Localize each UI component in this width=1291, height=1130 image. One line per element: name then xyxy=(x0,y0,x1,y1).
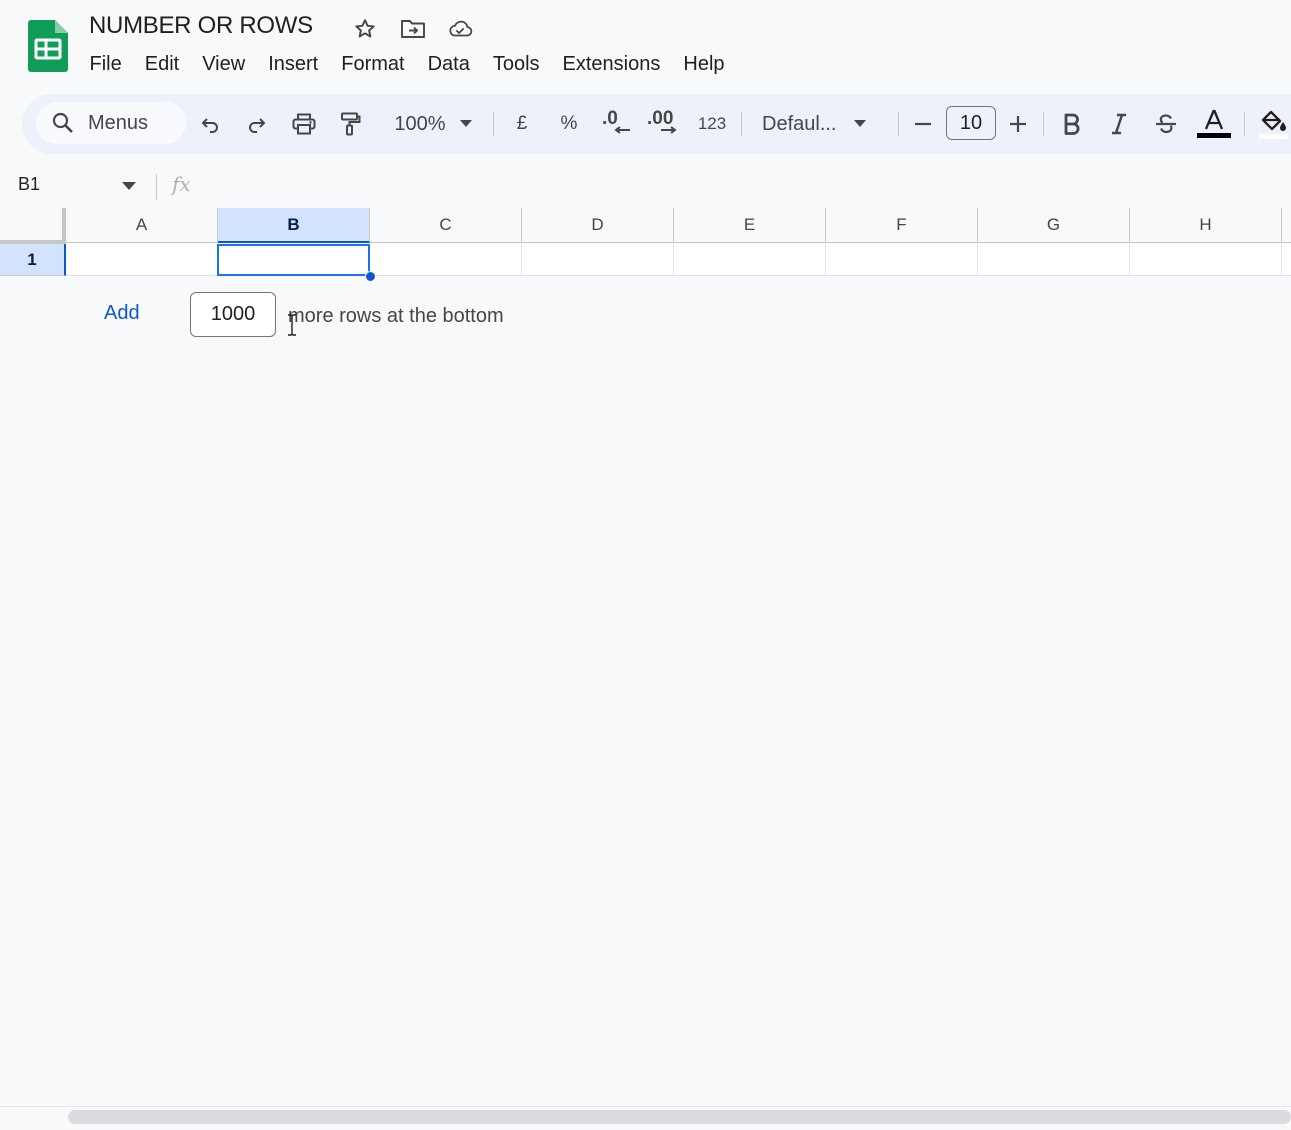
search-icon xyxy=(50,110,76,136)
menu-help[interactable]: Help xyxy=(672,50,736,78)
italic-icon[interactable] xyxy=(1105,108,1133,140)
cell-g1[interactable] xyxy=(978,244,1130,276)
bold-icon[interactable] xyxy=(1058,108,1086,140)
toolbar-divider xyxy=(898,112,899,136)
increase-decimal-button[interactable]: .00 xyxy=(647,108,681,140)
zoom-select[interactable]: 100% xyxy=(384,108,482,140)
column-header-a[interactable]: A xyxy=(66,208,218,243)
toolbar-divider xyxy=(1244,112,1245,136)
spreadsheet-grid: A B C D E F G H 1 xyxy=(0,208,1291,282)
row-header-1[interactable]: 1 xyxy=(0,244,66,276)
zoom-value: 100% xyxy=(394,112,446,135)
cell-a1[interactable] xyxy=(66,244,218,276)
menu-bar: File Edit View Insert Format Data Tools … xyxy=(78,50,736,78)
cell-partial[interactable] xyxy=(1282,244,1291,276)
toolbar-divider xyxy=(741,112,742,136)
search-menus-button[interactable]: Menus xyxy=(36,102,186,144)
add-rows-label: more rows at the bottom xyxy=(288,305,504,327)
font-size-input[interactable]: 10 xyxy=(946,106,996,140)
arrow-left-icon xyxy=(614,126,630,134)
cell-d1[interactable] xyxy=(522,244,674,276)
menu-view[interactable]: View xyxy=(191,50,257,78)
chevron-down-icon[interactable] xyxy=(122,178,136,196)
menu-tools[interactable]: Tools xyxy=(481,50,551,78)
strikethrough-icon[interactable] xyxy=(1152,108,1180,140)
menu-insert[interactable]: Insert xyxy=(257,50,330,78)
print-icon[interactable] xyxy=(289,108,319,140)
select-all-corner[interactable] xyxy=(0,208,66,244)
document-title[interactable]: NUMBER OR ROWS xyxy=(89,12,313,40)
fx-icon: fx xyxy=(172,172,191,196)
decrease-font-size-icon[interactable] xyxy=(911,108,935,140)
name-box[interactable]: B1 xyxy=(18,174,40,195)
menu-format[interactable]: Format xyxy=(330,50,416,78)
text-color-icon[interactable] xyxy=(1196,108,1232,140)
menu-edit[interactable]: Edit xyxy=(133,50,190,78)
redo-icon[interactable] xyxy=(243,108,271,140)
column-header-b[interactable]: B xyxy=(218,208,370,243)
cell-f1[interactable] xyxy=(826,244,978,276)
column-header-g[interactable]: G xyxy=(978,208,1130,243)
font-family-select[interactable]: Defaul... xyxy=(762,108,882,140)
percent-format-button[interactable]: % xyxy=(555,108,583,140)
star-icon[interactable] xyxy=(352,16,378,42)
menu-data[interactable]: Data xyxy=(416,50,481,78)
fill-color-icon[interactable] xyxy=(1258,108,1288,140)
cell-c1[interactable] xyxy=(370,244,522,276)
cloud-saved-icon[interactable] xyxy=(447,16,473,42)
column-header-f[interactable]: F xyxy=(826,208,978,243)
toolbar: Menus 100% £ % .0 .00 123 Defaul... 10 xyxy=(22,94,1291,154)
undo-icon[interactable] xyxy=(196,108,224,140)
chevron-down-icon xyxy=(854,120,867,127)
arrow-right-icon xyxy=(661,126,677,134)
more-formats-button[interactable]: 123 xyxy=(692,108,732,140)
column-header-partial[interactable] xyxy=(1282,208,1291,243)
add-rows-button[interactable]: Add xyxy=(104,302,140,325)
column-header-h[interactable]: H xyxy=(1130,208,1282,243)
active-cell-outline xyxy=(217,244,370,276)
menu-extensions[interactable]: Extensions xyxy=(551,50,672,78)
toolbar-divider xyxy=(493,112,494,136)
fill-handle[interactable] xyxy=(365,271,376,282)
increase-font-size-icon[interactable] xyxy=(1006,108,1030,140)
google-sheets-logo-icon[interactable] xyxy=(28,20,68,72)
formula-bar-divider xyxy=(156,174,157,200)
menu-file[interactable]: File xyxy=(78,50,133,78)
column-header-e[interactable]: E xyxy=(674,208,826,243)
decrease-decimal-button[interactable]: .0 xyxy=(600,108,634,140)
column-header-d[interactable]: D xyxy=(522,208,674,243)
text-cursor-icon xyxy=(286,314,298,341)
column-header-c[interactable]: C xyxy=(370,208,522,243)
paint-format-icon[interactable] xyxy=(336,108,364,140)
rows-count-input[interactable] xyxy=(190,292,276,337)
toolbar-divider xyxy=(1043,112,1044,136)
horizontal-scrollbar-thumb[interactable] xyxy=(68,1110,1291,1124)
search-menus-label: Menus xyxy=(88,111,149,134)
currency-format-button[interactable]: £ xyxy=(508,108,536,140)
move-folder-icon[interactable] xyxy=(400,16,426,42)
cell-h1[interactable] xyxy=(1130,244,1282,276)
cell-e1[interactable] xyxy=(674,244,826,276)
chevron-down-icon xyxy=(459,120,472,127)
